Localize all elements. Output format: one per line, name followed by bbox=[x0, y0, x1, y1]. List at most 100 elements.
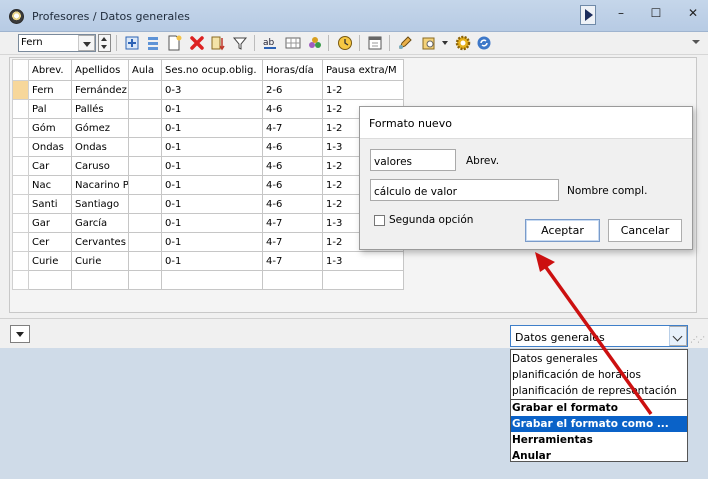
row-header[interactable] bbox=[12, 118, 29, 138]
table-cell[interactable]: Santiago bbox=[71, 194, 129, 214]
format-option[interactable]: Anular bbox=[511, 448, 687, 464]
stepper-down-icon[interactable] bbox=[101, 45, 107, 49]
row-header[interactable] bbox=[12, 80, 29, 100]
table-cell[interactable]: Ondas bbox=[71, 137, 129, 157]
abrev-input[interactable] bbox=[370, 149, 456, 171]
chevron-down-icon[interactable] bbox=[669, 326, 687, 346]
calendar-icon[interactable] bbox=[367, 35, 383, 51]
teacher-stepper[interactable] bbox=[98, 34, 111, 52]
table-cell[interactable]: 1-2 bbox=[322, 80, 404, 100]
table-cell[interactable]: Pallés bbox=[71, 99, 129, 119]
table-cell[interactable]: 4-6 bbox=[262, 175, 323, 195]
table-cell[interactable]: 0-1 bbox=[161, 99, 263, 119]
table-cell[interactable]: Pal bbox=[28, 99, 72, 119]
format-option[interactable]: Grabar el formato como ... bbox=[511, 416, 687, 432]
table-cell[interactable]: 0-1 bbox=[161, 194, 263, 214]
grid-icon[interactable] bbox=[285, 35, 301, 51]
cancel-button[interactable]: Cancelar bbox=[608, 219, 682, 242]
table-cell[interactable]: 4-7 bbox=[262, 213, 323, 233]
format-option[interactable]: Herramientas bbox=[511, 432, 687, 448]
close-button[interactable]: ✕ bbox=[680, 4, 706, 22]
table-row[interactable]: Ondas Ondas 0-1 4-6 1-3 bbox=[12, 137, 404, 157]
chevron-down-icon[interactable] bbox=[78, 35, 95, 51]
table-cell[interactable]: 0-1 bbox=[161, 156, 263, 176]
text-ab-icon[interactable]: ab bbox=[262, 35, 278, 51]
table-cell[interactable]: García bbox=[71, 213, 129, 233]
table-cell[interactable]: Car bbox=[28, 156, 72, 176]
table-cell[interactable]: 4-6 bbox=[262, 194, 323, 214]
table-cell[interactable]: 0-1 bbox=[161, 118, 263, 138]
table-cell[interactable]: Ondas bbox=[28, 137, 72, 157]
column-header[interactable]: Horas/día bbox=[262, 59, 323, 81]
table-cell[interactable]: Gar bbox=[28, 213, 72, 233]
table-cell[interactable]: 0-1 bbox=[161, 175, 263, 195]
table-cell[interactable]: Nac bbox=[28, 175, 72, 195]
table-cell[interactable]: 2-6 bbox=[262, 80, 323, 100]
table-cell[interactable]: 0-1 bbox=[161, 232, 263, 252]
table-cell[interactable] bbox=[128, 213, 162, 233]
teacher-selector[interactable]: Fern bbox=[18, 34, 96, 52]
table-cell[interactable] bbox=[262, 270, 323, 290]
pin-arrow-icon[interactable] bbox=[692, 40, 700, 44]
link-icon[interactable] bbox=[307, 35, 323, 51]
table-cell[interactable]: Cervantes bbox=[71, 232, 129, 252]
table-cell[interactable] bbox=[71, 270, 129, 290]
table-cell[interactable] bbox=[128, 80, 162, 100]
maximize-button[interactable]: ☐ bbox=[643, 4, 669, 22]
table-cell[interactable]: Curie bbox=[71, 251, 129, 271]
table-row[interactable]: Car Caruso 0-1 4-6 1-2 bbox=[12, 156, 404, 176]
table-cell[interactable] bbox=[128, 137, 162, 157]
stepper-up-icon[interactable] bbox=[101, 37, 107, 41]
table-cell[interactable]: Santi bbox=[28, 194, 72, 214]
table-cell[interactable]: 4-7 bbox=[262, 251, 323, 271]
minimize-button[interactable]: – bbox=[608, 4, 634, 22]
table-cell[interactable]: Fernández bbox=[71, 80, 129, 100]
row-header[interactable] bbox=[12, 213, 29, 233]
table-cell[interactable] bbox=[128, 99, 162, 119]
column-header[interactable]: Abrev. bbox=[28, 59, 72, 81]
gear-icon[interactable] bbox=[455, 35, 471, 51]
view-dropdown[interactable] bbox=[10, 325, 30, 343]
table-cell[interactable]: Gómez bbox=[71, 118, 129, 138]
column-header[interactable]: Ses.no ocup.oblig. bbox=[161, 59, 263, 81]
play-button[interactable] bbox=[580, 5, 596, 25]
table-cell[interactable]: 4-7 bbox=[262, 118, 323, 138]
table-cell[interactable] bbox=[128, 118, 162, 138]
list-icon[interactable] bbox=[145, 35, 161, 51]
sort-icon[interactable] bbox=[210, 35, 226, 51]
table-row[interactable]: Santi Santiago 0-1 4-6 1-2 bbox=[12, 194, 404, 214]
settings-icon[interactable] bbox=[421, 35, 437, 51]
delete-icon[interactable] bbox=[189, 35, 205, 51]
format-option[interactable]: planificación de representación bbox=[511, 383, 687, 399]
table-cell[interactable]: 1-3 bbox=[322, 251, 404, 271]
new-doc-icon[interactable] bbox=[166, 35, 182, 51]
table-cell[interactable]: 0-1 bbox=[161, 213, 263, 233]
filter-icon[interactable] bbox=[232, 35, 248, 51]
table-row[interactable]: Fern Fernández 0-3 2-6 1-2 bbox=[12, 80, 404, 100]
table-cell[interactable]: Curie bbox=[28, 251, 72, 271]
format-option[interactable]: Grabar el formato bbox=[511, 400, 687, 416]
row-header[interactable] bbox=[12, 99, 29, 119]
table-cell[interactable] bbox=[322, 270, 404, 290]
edit-icon[interactable] bbox=[397, 35, 413, 51]
table-row[interactable]: Curie Curie 0-1 4-7 1-3 bbox=[12, 251, 404, 271]
table-cell[interactable]: 0-3 bbox=[161, 80, 263, 100]
resize-grip[interactable]: ⋰⋰ bbox=[690, 335, 705, 344]
table-cell[interactable]: Cer bbox=[28, 232, 72, 252]
table-cell[interactable]: Fern bbox=[28, 80, 72, 100]
table-cell[interactable]: Góm bbox=[28, 118, 72, 138]
row-header[interactable] bbox=[12, 137, 29, 157]
table-row[interactable]: Pal Pallés 0-1 4-6 1-2 bbox=[12, 99, 404, 119]
table-cell[interactable]: Nacarino P bbox=[71, 175, 129, 195]
clock-icon[interactable] bbox=[337, 35, 353, 51]
new-record-row[interactable] bbox=[12, 270, 404, 290]
table-cell[interactable] bbox=[128, 232, 162, 252]
table-row[interactable]: Cer Cervantes 0-1 4-7 1-2 bbox=[12, 232, 404, 252]
column-header[interactable]: Pausa extra/M bbox=[322, 59, 404, 81]
row-header[interactable] bbox=[12, 232, 29, 252]
row-header[interactable] bbox=[12, 156, 29, 176]
table-cell[interactable]: 4-6 bbox=[262, 156, 323, 176]
row-header[interactable] bbox=[12, 194, 29, 214]
format-select[interactable]: Datos generales bbox=[510, 325, 688, 347]
table-row[interactable]: Gar García 0-1 4-7 1-3 bbox=[12, 213, 404, 233]
